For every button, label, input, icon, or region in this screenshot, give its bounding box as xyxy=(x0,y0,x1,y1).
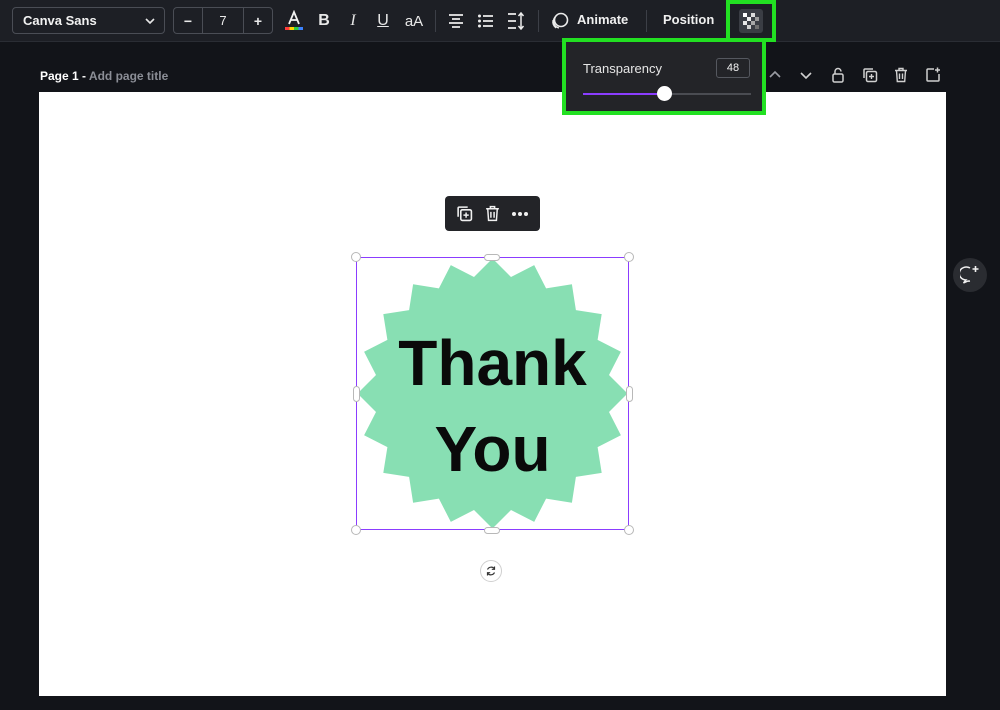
delete-icon xyxy=(486,205,499,222)
align-center-icon xyxy=(449,14,463,28)
toolbar-divider xyxy=(435,10,436,32)
text-toolbar: Canva Sans − 7 + B I U aA Animate Positi… xyxy=(0,0,1000,42)
animate-icon xyxy=(552,12,569,29)
increase-font-size-button[interactable]: + xyxy=(244,8,272,33)
chevron-up-icon xyxy=(769,70,781,78)
list-icon xyxy=(478,14,493,28)
font-size-stepper: − 7 + xyxy=(173,7,273,34)
chevron-down-icon xyxy=(800,72,812,80)
underline-button[interactable]: U xyxy=(373,9,393,33)
duplicate-icon xyxy=(457,206,473,222)
align-button[interactable] xyxy=(445,9,467,33)
transparency-slider-thumb[interactable] xyxy=(656,86,672,101)
animate-button[interactable]: Animate xyxy=(577,12,628,27)
rotate-icon xyxy=(486,566,496,576)
text-color-icon xyxy=(285,10,303,30)
animate-icon-wrap[interactable] xyxy=(549,9,571,33)
chevron-down-icon xyxy=(145,18,155,25)
transparency-value-input[interactable]: 48 xyxy=(716,58,750,78)
decrease-font-size-button[interactable]: − xyxy=(174,8,202,33)
transparency-slider-fill xyxy=(583,93,664,95)
font-family-dropdown[interactable]: Canva Sans xyxy=(12,7,165,34)
comment-add-icon xyxy=(960,266,979,284)
line-spacing-icon xyxy=(508,12,525,30)
lock-icon xyxy=(832,67,844,83)
transparency-button[interactable] xyxy=(726,0,776,42)
rotate-button[interactable] xyxy=(480,560,502,582)
delete-page-icon xyxy=(895,67,907,83)
resize-handle-top-right[interactable] xyxy=(624,252,634,262)
transparency-slider-track[interactable] xyxy=(583,86,751,101)
page-number-label: Page 1 - xyxy=(40,69,89,83)
letter-case-button[interactable]: aA xyxy=(402,9,426,33)
font-family-label: Canva Sans xyxy=(23,13,97,28)
position-button[interactable]: Position xyxy=(663,12,714,27)
resize-handle-bottom-left[interactable] xyxy=(351,525,361,535)
page-title-input[interactable]: Add page title xyxy=(89,69,168,83)
toolbar-divider xyxy=(646,10,647,32)
italic-button[interactable]: I xyxy=(343,9,363,33)
toolbar-divider xyxy=(538,10,539,32)
move-page-up-button[interactable] xyxy=(766,66,784,84)
editor-window: Canva Sans − 7 + B I U aA Animate Positi… xyxy=(0,0,1000,710)
delete-element-button[interactable] xyxy=(482,204,502,224)
add-page-icon xyxy=(926,67,940,82)
selection-frame xyxy=(356,257,629,530)
transparency-icon xyxy=(743,13,759,29)
resize-handle-bottom[interactable] xyxy=(484,527,500,534)
font-size-input[interactable]: 7 xyxy=(202,8,244,33)
page-title: Page 1 - Add page title xyxy=(40,69,168,83)
resize-handle-top-left[interactable] xyxy=(351,252,361,262)
more-options-button[interactable] xyxy=(510,204,530,224)
more-icon xyxy=(512,211,529,216)
duplicate-page-button[interactable] xyxy=(861,66,879,84)
transparency-popup: Transparency 48 xyxy=(562,38,766,115)
resize-handle-bottom-right[interactable] xyxy=(624,525,634,535)
text-color-button[interactable] xyxy=(283,9,305,33)
resize-handle-top[interactable] xyxy=(484,254,500,261)
transparency-label: Transparency xyxy=(583,61,662,76)
element-context-menu xyxy=(445,196,540,231)
delete-page-button[interactable] xyxy=(892,66,910,84)
resize-handle-left[interactable] xyxy=(353,386,360,402)
lock-page-button[interactable] xyxy=(829,66,847,84)
duplicate-element-button[interactable] xyxy=(455,204,475,224)
list-button[interactable] xyxy=(475,9,497,33)
move-page-down-button[interactable] xyxy=(797,66,815,84)
spacing-button[interactable] xyxy=(505,9,527,33)
add-page-button[interactable] xyxy=(924,66,942,84)
duplicate-page-icon xyxy=(863,68,878,83)
resize-handle-right[interactable] xyxy=(626,386,633,402)
add-comment-button[interactable] xyxy=(953,258,987,292)
bold-button[interactable]: B xyxy=(314,9,334,33)
